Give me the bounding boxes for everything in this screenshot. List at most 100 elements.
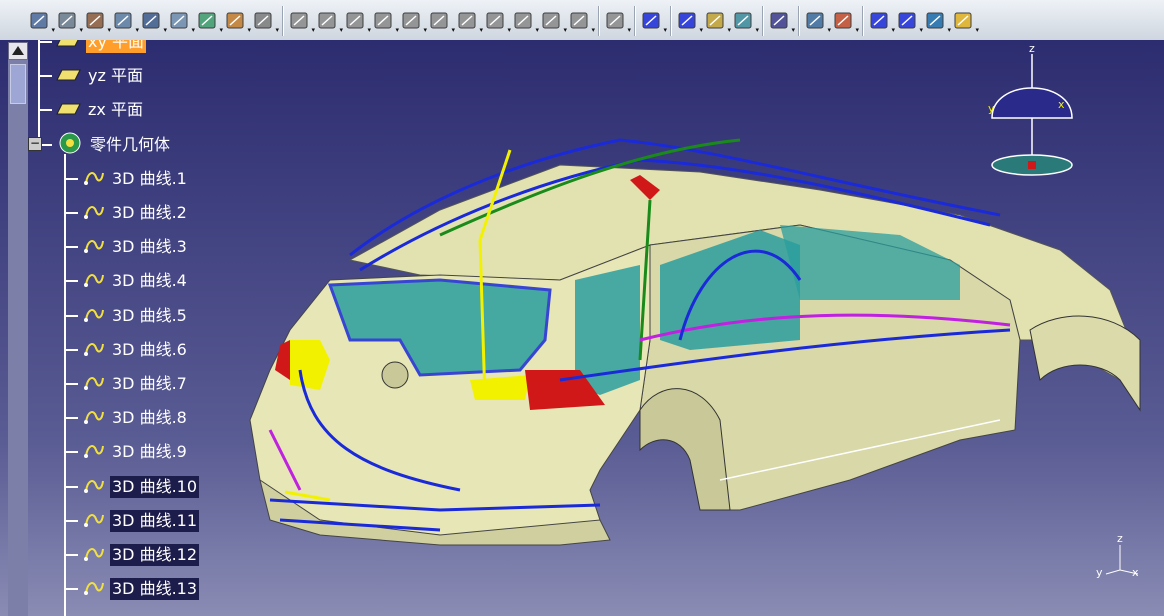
render-icon[interactable]: ▾ [952, 9, 979, 34]
line-icon[interactable]: ▾ [676, 9, 703, 34]
tree-item-label: 3D 曲线.13 [110, 578, 200, 601]
tree-item-curve[interactable]: 3D 曲线.11 [66, 507, 200, 535]
triad-z-label: z [1117, 532, 1123, 545]
tree-item-curve[interactable]: 3D 曲线.10 [66, 473, 200, 501]
tree-item-curve[interactable]: 3D 曲线.6 [66, 336, 189, 364]
tree-branch-stub [66, 588, 78, 591]
curve-icon [82, 267, 106, 295]
tree-branch-stub [66, 519, 78, 522]
annotation-icon[interactable]: ▾ [768, 9, 795, 34]
collapse-toggle[interactable]: − [28, 136, 42, 151]
tree-item-curve[interactable]: 3D 曲线.8 [66, 404, 189, 432]
point-icon[interactable]: ▾ [640, 9, 667, 34]
curve-icon [82, 302, 106, 330]
plane-icon[interactable]: ▾ [56, 9, 83, 34]
cube-icon[interactable]: ▾ [344, 9, 371, 34]
scroll-thumb[interactable] [10, 64, 26, 104]
tree-item-body[interactable]: 零件几何体 − [28, 131, 172, 159]
tree-branch-stub [66, 212, 78, 214]
extrude-icon[interactable]: ▾ [112, 9, 139, 34]
tree-item-curve[interactable]: 3D 曲线.3 [66, 233, 189, 261]
3d-viewport[interactable]: z y x z y x xy 平面 yz 平面 zx 平面零件几何体 − 3D 曲线.1… [0, 40, 1164, 616]
tree-item-label: 3D 曲线.9 [112, 442, 187, 462]
chamfer-icon[interactable]: ▾ [400, 9, 427, 34]
tree-branch-stub [66, 417, 78, 420]
sweep-icon[interactable]: ▾ [224, 9, 251, 34]
curve-icon [82, 541, 106, 569]
axis-icon[interactable]: ▾ [456, 9, 483, 34]
curve-icon [82, 575, 106, 603]
tree-item-label: 3D 曲线.11 [110, 509, 200, 532]
tree-item-plane[interactable]: xy 平面 [40, 40, 147, 56]
tree-item-curve[interactable]: 3D 曲线.4 [66, 267, 189, 295]
tree-item-curve[interactable]: 3D 曲线.2 [66, 199, 189, 227]
tree-branch-stub [66, 177, 78, 180]
mirror-icon[interactable]: ▾ [540, 9, 567, 34]
tree-item-curve[interactable]: 3D 曲线.9 [66, 438, 189, 466]
tree-branch-stub [66, 383, 78, 385]
curve-icon [82, 336, 106, 364]
tree-item-label: 3D 曲线.4 [112, 271, 187, 291]
scroll-up-button[interactable] [8, 42, 28, 60]
fillet-icon[interactable]: ▾ [428, 9, 455, 34]
tree-scrollbar[interactable] [8, 42, 28, 616]
tree-branch-stub [66, 280, 78, 283]
tree-branch-stub [40, 75, 52, 78]
curve-icon [82, 438, 106, 466]
tree-item-label: zx 平面 [88, 100, 143, 120]
tree-item-plane[interactable]: zx 平面 [40, 96, 145, 124]
tree-item-curve[interactable]: 3D 曲线.7 [66, 370, 189, 398]
curve-icon [82, 507, 106, 535]
compass-widget[interactable]: z y x [988, 42, 1073, 176]
plane-icon [56, 40, 82, 52]
render-style-icon[interactable]: ▾ [288, 9, 315, 34]
tree-item-label: 3D 曲线.10 [110, 475, 200, 498]
tree-item-curve[interactable]: 3D 曲线.12 [66, 541, 200, 569]
curve-icon [82, 370, 106, 398]
plane-icon [56, 67, 82, 86]
rear-badge [381, 361, 409, 389]
cylinder-icon[interactable]: ▾ [372, 9, 399, 34]
tree-branch-stub [40, 109, 52, 112]
clip-icon[interactable]: ▾ [512, 9, 539, 34]
tree-item-label: 3D 曲线.1 [112, 168, 187, 188]
sketch-icon[interactable]: ▾ [28, 9, 55, 34]
compass-x-label: x [1058, 98, 1065, 111]
part-body-icon[interactable]: ▾ [84, 9, 111, 34]
tree-item-label: 3D 曲线.6 [112, 339, 187, 359]
curve-icon[interactable]: ▾ [924, 9, 951, 34]
spline-icon[interactable]: ▾ [896, 9, 923, 34]
compass-y-label: y [988, 102, 995, 115]
blend-icon[interactable]: ▾ [484, 9, 511, 34]
toolbar-separator [634, 6, 636, 36]
tree-item-label: 3D 曲线.8 [112, 408, 187, 428]
analysis-icon[interactable]: ▾ [832, 9, 859, 34]
tree-item-curve[interactable]: 3D 曲线.1 [66, 165, 189, 193]
surface-icon[interactable]: ▾ [732, 9, 759, 34]
axis-triad: z y x [1096, 532, 1139, 579]
tree-branch-stub [66, 451, 78, 454]
triad-y-label: y [1096, 566, 1103, 579]
box-icon[interactable]: ▾ [196, 9, 223, 34]
pocket-icon[interactable]: ▾ [140, 9, 167, 34]
tree-branch-stub [66, 485, 78, 488]
curve-icon [82, 473, 106, 501]
sphere-icon[interactable]: ▾ [316, 9, 343, 34]
tree-branch-stub [66, 246, 78, 249]
curve-icon [82, 165, 106, 193]
toolbar-separator [670, 6, 672, 36]
point2-icon[interactable]: ▾ [868, 9, 895, 34]
plane-icon [56, 101, 82, 120]
tree-item-label: 3D 曲线.7 [112, 374, 187, 393]
compass-icon[interactable]: ▾ [604, 9, 631, 34]
plane-tool-icon[interactable]: ▾ [704, 9, 731, 34]
revolve-icon[interactable]: ▾ [168, 9, 195, 34]
text-icon[interactable]: ▾ [804, 9, 831, 34]
tree-item-curve[interactable]: 3D 曲线.5 [66, 302, 189, 330]
toolbar-separator [862, 6, 864, 36]
fill-icon[interactable]: ▾ [252, 9, 279, 34]
toolbar-separator [762, 6, 764, 36]
tree-item-curve[interactable]: 3D 曲线.13 [66, 575, 200, 603]
tree-item-plane[interactable]: yz 平面 [40, 62, 145, 90]
pattern-icon[interactable]: ▾ [568, 9, 595, 34]
